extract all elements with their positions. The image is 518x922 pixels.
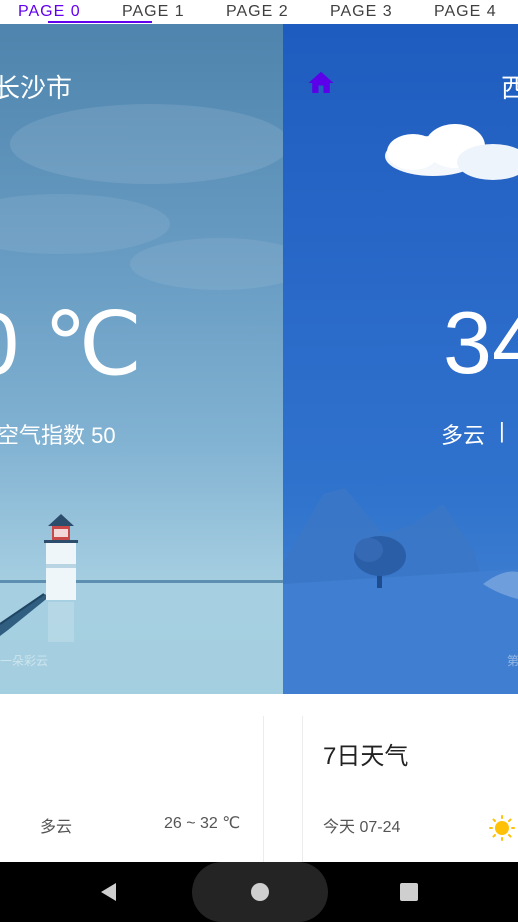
weather-condition-right: 多云	[441, 423, 486, 448]
today-card[interactable]: 多云 26 ~ 32 ℃	[0, 716, 264, 862]
tab-page-4[interactable]: PAGE 4	[434, 3, 497, 23]
recents-icon[interactable]	[400, 883, 418, 901]
tab-bar: PAGE 0 PAGE 1 PAGE 2 PAGE 3 PAGE 4	[0, 0, 518, 24]
home-button[interactable]	[192, 862, 328, 922]
watermark-text: 一朵彩云	[0, 654, 49, 668]
today-temp-range: 26 ~ 32 ℃	[164, 815, 241, 832]
home-icon[interactable]	[305, 68, 337, 98]
air-quality-index: 空气指数 50	[0, 423, 116, 448]
current-temperature-right: 34	[443, 293, 518, 392]
separator: |	[499, 418, 505, 443]
weather-page-left[interactable]: 长沙市 0 ℃ 空气指数 50 一朵彩云	[0, 24, 283, 694]
seven-day-card[interactable]: 7日天气 今天 07-24	[302, 716, 518, 862]
sun-icon	[489, 815, 515, 841]
system-navigation-bar	[0, 862, 518, 922]
bottom-cards: 多云 26 ~ 32 ℃ 7日天气 今天 07-24	[0, 694, 518, 862]
today-condition: 多云	[40, 819, 73, 836]
city-name-right: 西	[501, 73, 518, 103]
tab-indicator	[48, 21, 152, 23]
tab-page-1[interactable]: PAGE 1	[122, 3, 185, 23]
current-temperature: 0 ℃	[0, 294, 143, 393]
weather-page-right[interactable]: 西 34 多云 | 第	[283, 24, 518, 694]
tab-page-2[interactable]: PAGE 2	[226, 3, 289, 23]
watermark-text-right: 第	[507, 654, 518, 668]
forecast-day-label: 今天 07-24	[323, 819, 401, 836]
tab-page-0[interactable]: PAGE 0	[18, 3, 81, 23]
city-name: 长沙市	[0, 73, 73, 103]
home-dot-icon	[251, 883, 269, 901]
tab-page-3[interactable]: PAGE 3	[330, 3, 393, 23]
back-icon[interactable]	[98, 881, 120, 903]
seven-day-title: 7日天气	[323, 743, 409, 770]
